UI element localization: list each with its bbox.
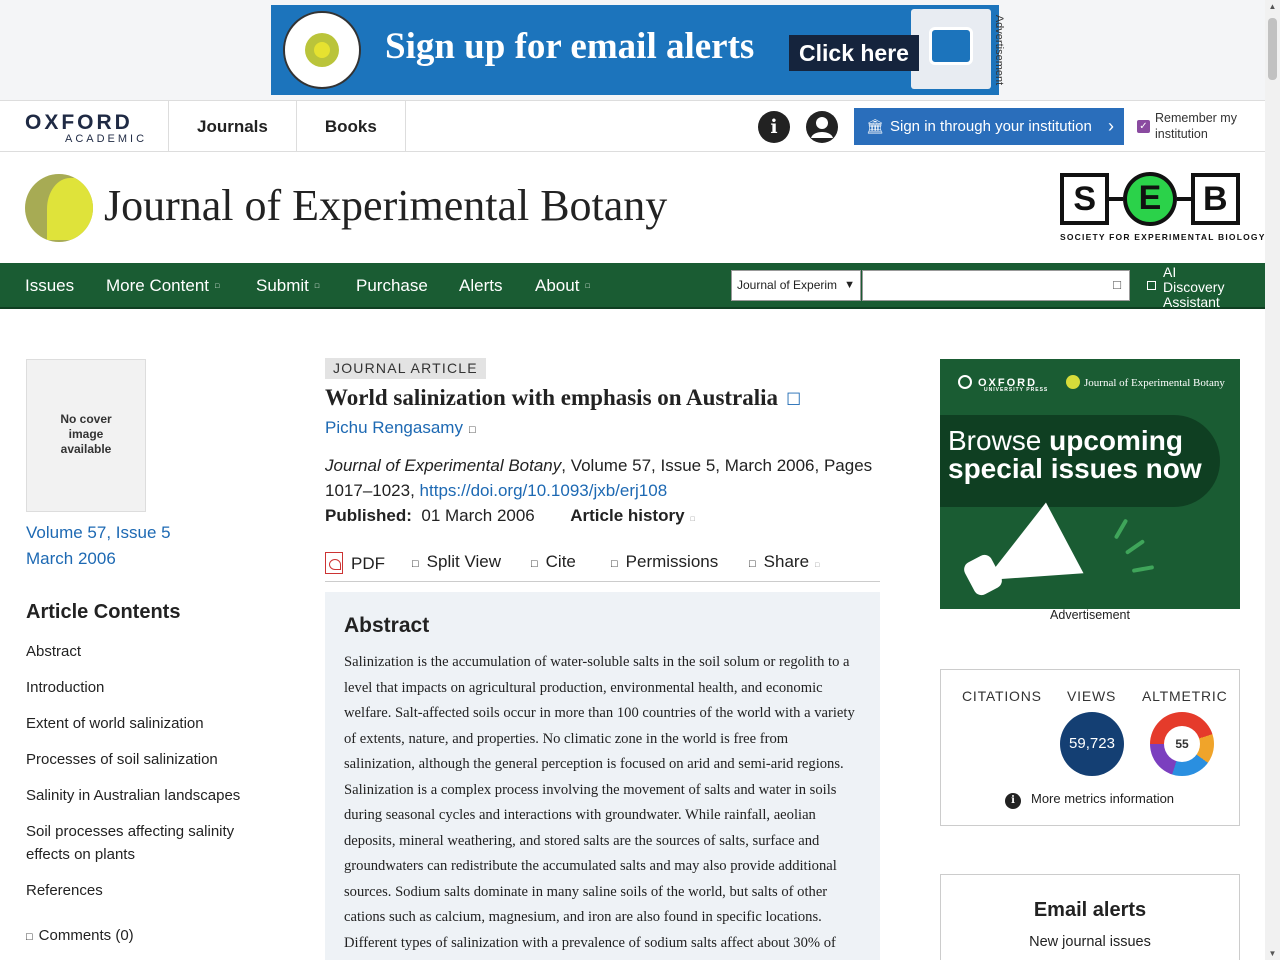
email-alerts-panel: Email alerts New journal issues	[940, 874, 1240, 960]
share-icon: □	[749, 558, 756, 570]
toc-item-australian-landscapes[interactable]: Salinity in Australian landscapes	[26, 784, 266, 807]
toc-item-processes[interactable]: Processes of soil salinization	[26, 748, 266, 771]
nav-about[interactable]: About □	[535, 263, 590, 309]
ai-discovery-assistant-button[interactable]: AI Discovery Assistant	[1147, 265, 1224, 310]
altmetric-label: ALTMETRIC	[1142, 688, 1228, 704]
caret-down-icon: ▼	[844, 279, 855, 291]
nav-alerts[interactable]: Alerts	[459, 263, 502, 309]
toc-item-extent[interactable]: Extent of world salinization	[26, 712, 266, 735]
article-type-badge: JOURNAL ARTICLE	[325, 358, 486, 379]
views-count-badge: 59,723	[1060, 712, 1124, 776]
nav-journals[interactable]: Journals	[168, 101, 296, 152]
article-title: World salinization with emphasis on Aust…	[325, 385, 802, 410]
institution-icon: 🏛	[866, 118, 884, 134]
abstract-section: Abstract Salinization is the accumulatio…	[325, 592, 880, 960]
site-header: OXFORD ACADEMIC Journals Books i 🏛 Sign …	[0, 100, 1265, 152]
top-ad-area: Sign up for email alerts Click here Adve…	[0, 0, 1265, 100]
journal-leaf-logo[interactable]	[25, 174, 93, 242]
ad-click-here-button[interactable]: Click here	[789, 35, 919, 71]
seb-letter-s: S	[1060, 173, 1110, 225]
article-contents-heading: Article Contents	[26, 601, 181, 623]
toc-item-abstract[interactable]: Abstract	[26, 640, 266, 663]
journal-seal-logo	[283, 11, 361, 89]
sign-in-institution-button[interactable]: 🏛 Sign in through your institution ›	[854, 108, 1124, 145]
split-view-button[interactable]: □ Split View	[412, 552, 501, 572]
article-history-toggle[interactable]: Article history	[570, 506, 684, 525]
seb-letter-e: E	[1123, 172, 1177, 226]
journal-nav-bar: Issues More Content □ Submit □ Purchase Al…	[0, 263, 1265, 310]
nav-purchase[interactable]: Purchase	[356, 263, 428, 309]
ad-headline-upcoming: Browse upcoming special issues now	[948, 425, 1202, 484]
pdf-icon	[325, 552, 343, 574]
checkbox-checked-icon[interactable]: ✓	[1137, 120, 1150, 133]
ad-label: Advertisement	[993, 14, 1006, 86]
info-icon: i	[1005, 793, 1021, 809]
seb-logo[interactable]: S E B SOCIETY FOR EXPERIMENTAL BIOLOGY	[1060, 172, 1266, 242]
open-access-icon: □	[786, 388, 802, 407]
special-issues-ad[interactable]: OXFORD UNIVERSITY PRESS Journal of Experi…	[940, 359, 1240, 609]
permissions-button[interactable]: □ Permissions	[611, 552, 718, 572]
issue-cover-placeholder[interactable]: No cover image available	[26, 359, 146, 512]
quote-icon: □	[531, 558, 538, 570]
search-icon[interactable]: □	[1113, 277, 1121, 292]
oxford-academic-logo[interactable]: OXFORD ACADEMIC	[25, 111, 147, 145]
abstract-heading: Abstract	[344, 614, 430, 637]
abstract-text: Salinization is the accumulation of wate…	[344, 654, 855, 951]
citation-info: Journal of Experimental Botany, Volume 5…	[325, 456, 873, 500]
scroll-up-arrow-icon: ▲	[1268, 2, 1277, 11]
search-input[interactable]: □	[862, 270, 1130, 301]
pdf-button[interactable]: PDF	[325, 552, 385, 574]
envelope-icon	[929, 27, 973, 65]
issue-link[interactable]: Volume 57, Issue 5 March 2006	[26, 520, 171, 572]
header-nav: Journals Books	[168, 101, 406, 152]
views-label: VIEWS	[1067, 688, 1117, 704]
ai-assistant-icon	[1147, 281, 1156, 290]
nav-issues[interactable]: Issues	[25, 263, 74, 309]
citations-label: CITATIONS	[962, 688, 1042, 704]
email-alerts-heading: Email alerts	[1033, 899, 1147, 921]
info-icon[interactable]: i	[758, 111, 790, 143]
scroll-thumb[interactable]	[1268, 18, 1277, 80]
nav-more-content[interactable]: More Content □	[106, 263, 219, 309]
comment-icon: □	[26, 931, 33, 943]
ad-journal-name: Journal of Experimental Botany	[1066, 375, 1225, 389]
author-dropdown-icon: □	[468, 424, 476, 436]
altmetric-donut[interactable]: 55	[1150, 712, 1214, 776]
article-contents-list: Abstract Introduction Extent of world sa…	[26, 640, 266, 915]
page-scrollbar[interactable]: ▲ ▼	[1265, 0, 1280, 960]
remember-institution-checkbox[interactable]: ✓ Remember my institution	[1137, 110, 1257, 142]
search-scope-select[interactable]: Journal of Experim ▼	[731, 270, 861, 301]
author-link[interactable]: Pichu Rengasamy □	[325, 418, 476, 438]
ad-headline: Sign up for email alerts	[385, 26, 755, 67]
seb-letter-b: B	[1190, 173, 1241, 225]
journal-title[interactable]: Journal of Experimental Botany	[104, 180, 667, 231]
toc-item-introduction[interactable]: Introduction	[26, 676, 266, 699]
article-metrics-panel: CITATIONS VIEWS ALTMETRIC 59,723 55 i Mor…	[940, 669, 1240, 826]
chevron-right-icon: ›	[1108, 116, 1114, 136]
seb-caption: SOCIETY FOR EXPERIMENTAL BIOLOGY	[1060, 232, 1266, 242]
new-issues-alert-link[interactable]: New journal issues	[941, 934, 1239, 950]
oup-logo: OXFORD UNIVERSITY PRESS	[958, 375, 1048, 393]
toc-item-soil-processes[interactable]: Soil processes affecting salinity effect…	[26, 820, 266, 866]
toc-item-references[interactable]: References	[26, 879, 266, 902]
share-button[interactable]: □ Share □	[749, 552, 819, 572]
cite-button[interactable]: □ Cite	[531, 552, 576, 572]
comments-link[interactable]: □ Comments (0)	[26, 927, 134, 944]
permissions-icon: □	[611, 558, 618, 570]
doi-link[interactable]: https://doi.org/10.1093/jxb/erj108	[420, 481, 668, 500]
nav-books[interactable]: Books	[295, 101, 406, 152]
user-account-icon[interactable]	[806, 111, 838, 143]
dropdown-icon: □	[314, 282, 320, 290]
more-metrics-link[interactable]: i More metrics information	[1005, 791, 1174, 809]
megaphone-icon	[960, 499, 1110, 609]
ad-label-right: Advertisement	[1050, 608, 1130, 622]
scroll-down-arrow-icon: ▼	[1268, 949, 1277, 958]
dropdown-icon: □	[585, 282, 590, 290]
email-alerts-ad-banner[interactable]: Sign up for email alerts Click here	[271, 5, 999, 95]
published-info: Published: 01 March 2006 Article history…	[325, 506, 695, 525]
nav-submit[interactable]: Submit □	[256, 263, 319, 309]
split-view-icon: □	[412, 558, 419, 570]
dropdown-icon: □	[215, 282, 220, 290]
article-toolbar: PDF □ Split View □ Cite □ Permissions □ Shar…	[325, 550, 880, 582]
